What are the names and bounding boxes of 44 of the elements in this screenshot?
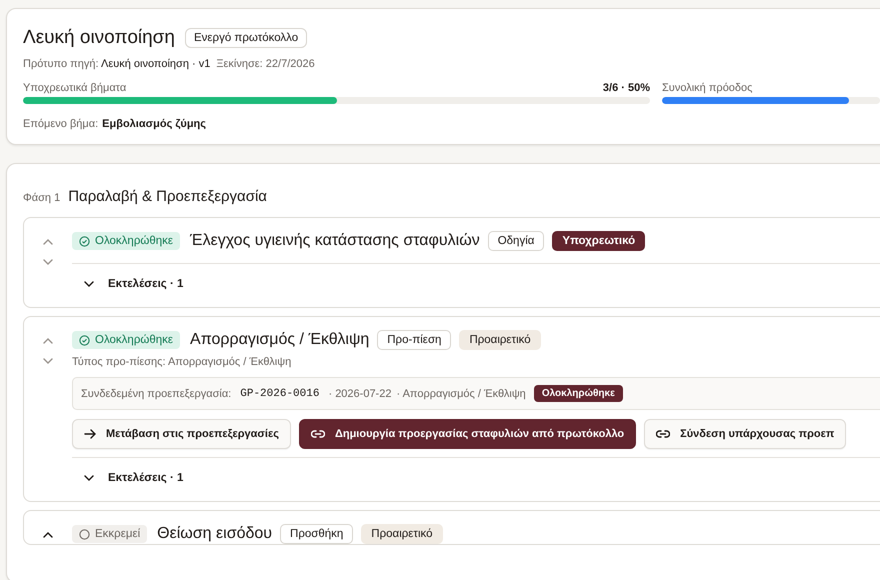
step-subtitle: Τύπος προ-πίεσης: Απορραγισμός / Έκθλιψη bbox=[72, 356, 292, 368]
next-step: Επόμενο βήμα: Εμβολιασμός ζύμης bbox=[23, 118, 880, 130]
tag: Οδηγία bbox=[488, 231, 544, 251]
action-button[interactable]: Μετάβαση στις προεπεξεργασίες bbox=[72, 419, 291, 449]
status-badge: Ενεργό πρωτόκολλο bbox=[184, 28, 308, 48]
phase-number: Φάση 1 bbox=[23, 192, 60, 204]
linked-code: GP-2026-0016 bbox=[240, 388, 320, 400]
protocol-title: Λευκή οινοποίηση bbox=[23, 27, 175, 49]
status-badge: Ολοκληρώθηκε bbox=[72, 331, 180, 349]
tag: Προαιρετικό bbox=[361, 524, 443, 544]
tag: Προ-πίεση bbox=[377, 330, 452, 350]
chevron-down-icon[interactable] bbox=[84, 475, 94, 481]
executions-toggle[interactable]: Εκτελέσεις · 1 bbox=[72, 264, 184, 307]
tag: Υποχρεωτικό bbox=[552, 231, 646, 251]
move-up-icon[interactable] bbox=[43, 532, 53, 538]
move-down-icon[interactable] bbox=[43, 259, 53, 265]
start-date: Ξεκίνησε: 22/7/2026 bbox=[216, 58, 315, 70]
link-icon bbox=[656, 430, 670, 438]
tag: Προαιρετικό bbox=[459, 330, 541, 350]
step-title: Έλεγχος υγιεινής κατάστασης σταφυλιών bbox=[190, 232, 480, 250]
status-badge: Εκκρεμεί bbox=[72, 525, 148, 543]
executions-toggle[interactable]: Εκτελέσεις · 1 bbox=[72, 458, 184, 501]
chevron-down-icon[interactable] bbox=[84, 281, 94, 287]
move-down-icon[interactable] bbox=[43, 358, 53, 364]
step-title: Θείωση εισόδου bbox=[157, 525, 272, 543]
check-circle-icon bbox=[79, 334, 90, 346]
link-icon bbox=[310, 430, 325, 438]
phase-title: Παραλαβή & Προεπεξεργασία bbox=[68, 188, 267, 205]
arrow-right-icon bbox=[84, 429, 96, 439]
linked-type: · Απορραγισμός / Έκθλιψη bbox=[396, 388, 526, 400]
status-badge: Ολοκληρώθηκε bbox=[72, 232, 180, 250]
linked-status-badge: Ολοκληρώθηκε bbox=[534, 385, 623, 402]
linked-label: Συνδεδεμένη προεπεξεργασία: bbox=[81, 388, 232, 400]
tag: Προσθήκη bbox=[280, 524, 354, 544]
progress-reading: 3/6 · 50% bbox=[602, 82, 650, 94]
check-circle-icon bbox=[79, 236, 90, 246]
action-button[interactable]: Δημιουργία προεργασίας σταφυλιών από πρωτόκολλο bbox=[298, 419, 636, 449]
progress-label: Συνολική πρόοδος bbox=[662, 82, 752, 94]
step-title: Απορραγισμός / Έκθλιψη bbox=[190, 331, 370, 349]
progress-label: Υποχρεωτικά βήματα bbox=[23, 82, 126, 94]
action-button[interactable]: Σύνδεση υπάρχουσας προεπ bbox=[644, 419, 846, 449]
source-template: Πρότυπο πηγή: Λευκή οινοποίηση · v1 bbox=[23, 58, 210, 70]
empty-circle-icon bbox=[79, 528, 90, 540]
linked-date: · 2026-07-22 bbox=[328, 388, 392, 400]
